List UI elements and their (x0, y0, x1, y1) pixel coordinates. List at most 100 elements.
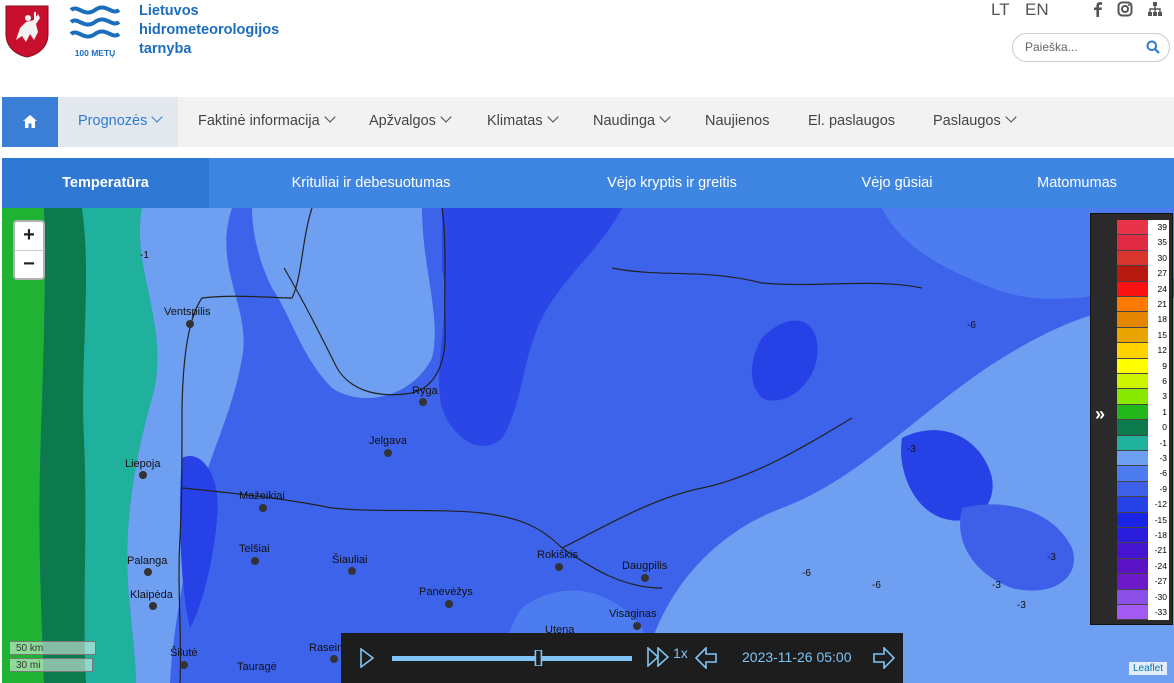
city-marker[interactable] (555, 563, 563, 571)
legend-label: 39 (1148, 220, 1169, 236)
brand-line: hidrometeorologijos (139, 22, 280, 38)
city-label: Šilutė (170, 647, 198, 659)
nav-item-prognozes[interactable]: Prognozės (58, 97, 178, 147)
city-label: Daugpilis (622, 560, 668, 572)
legend-label: 30 (1148, 250, 1169, 267)
legend-entry: 27 (1117, 266, 1169, 282)
timeline-slider-handle[interactable] (534, 650, 543, 666)
legend-swatch (1117, 589, 1148, 605)
city-marker[interactable] (180, 661, 188, 669)
home-button[interactable] (2, 97, 58, 147)
nav-item-faktine-informacija[interactable]: Faktinė informacija (198, 97, 336, 147)
main-navigation: Prognozės Faktinė informacija Apžvalgos … (2, 97, 1174, 147)
nav-item-el-paslaugos[interactable]: El. paslaugos (808, 97, 895, 147)
legend-label: -30 (1148, 589, 1169, 605)
legend-label: -21 (1148, 543, 1169, 559)
nav-item-apzvalgos[interactable]: Apžvalgos (369, 97, 452, 147)
legend-label: 27 (1148, 266, 1169, 282)
legend-entry: 35 (1117, 235, 1169, 251)
legend-label: -33 (1148, 605, 1169, 621)
legend-entry: -9 (1117, 481, 1169, 498)
nav-item-paslaugos[interactable]: Paslaugos (933, 97, 1017, 147)
zoom-in-button[interactable]: + (15, 222, 43, 251)
scale-km: 50 km (9, 641, 96, 655)
timeline-slider[interactable] (391, 650, 633, 666)
legend-entry: -12 (1117, 497, 1169, 513)
city-label: Mažeikiai (239, 490, 285, 502)
nav-item-label: Faktinė informacija (198, 113, 320, 129)
legend-swatch (1117, 266, 1148, 282)
sitemap-icon[interactable] (1147, 1, 1163, 17)
city-marker[interactable] (641, 574, 649, 582)
brand-line: Lietuvos (139, 3, 199, 19)
city-marker[interactable] (330, 655, 338, 663)
city-label: Telšiai (239, 543, 270, 555)
lithuania-coat-of-arms-icon[interactable] (4, 4, 50, 58)
city-marker[interactable] (445, 600, 453, 608)
city-marker[interactable] (149, 602, 157, 610)
instagram-icon[interactable] (1117, 1, 1133, 17)
city-label: Klaipėda (130, 589, 173, 601)
city-marker[interactable] (186, 320, 194, 328)
city-marker[interactable] (259, 504, 267, 512)
tab-temperatura[interactable]: Temperatūra (2, 158, 209, 208)
nav-item-klimatas[interactable]: Klimatas (487, 97, 559, 147)
speed-label[interactable]: 1x (673, 645, 688, 661)
language-en-link[interactable]: EN (1025, 0, 1049, 20)
legend-entry: 9 (1117, 358, 1169, 374)
legend-entry: 21 (1117, 297, 1169, 313)
fast-forward-icon[interactable] (647, 647, 669, 667)
leaflet-attribution-link[interactable]: Leaflet (1129, 662, 1168, 675)
tab-matomumas[interactable]: Matomumas (1022, 158, 1132, 208)
language-lt-link[interactable]: LT (991, 0, 1010, 20)
nav-item-naujienos[interactable]: Naujienos (705, 97, 770, 147)
city-marker[interactable] (348, 567, 356, 575)
city-marker[interactable] (633, 622, 641, 630)
legend-label: 3 (1148, 389, 1169, 405)
step-back-icon[interactable] (695, 647, 717, 669)
city-marker[interactable] (419, 398, 427, 406)
home-icon (23, 115, 37, 128)
nav-item-label: Paslaugos (933, 113, 1001, 129)
city-label: Panevėžys (419, 586, 473, 598)
legend-swatch (1117, 250, 1148, 267)
zoom-control: + − (13, 220, 45, 280)
legend-swatch (1117, 404, 1148, 421)
legend-swatch (1117, 543, 1148, 559)
legend-swatch (1117, 558, 1148, 575)
brand-name[interactable]: Lietuvos hidrometeorologijos tarnyba (139, 2, 279, 59)
zoom-out-button[interactable]: − (15, 251, 43, 279)
tab-krituliai[interactable]: Krituliai ir debesuotumas (266, 158, 476, 208)
legend-label: 12 (1148, 343, 1169, 359)
city-marker[interactable] (384, 449, 392, 457)
city-label: Ventspilis (164, 306, 211, 318)
search-icon[interactable] (1146, 40, 1160, 54)
contour-label: -6 (802, 568, 811, 579)
legend-label: -27 (1148, 574, 1169, 590)
search-box (1012, 33, 1170, 62)
legend-label: -18 (1148, 528, 1169, 544)
nav-item-naudinga[interactable]: Naudinga (593, 97, 671, 147)
lhmt-logo-icon[interactable]: 100 METŲ (68, 4, 122, 58)
contour-label: -6 (872, 580, 881, 591)
city-marker[interactable] (251, 557, 259, 565)
tab-vejo-gusiai[interactable]: Vėjo gūsiai (842, 158, 952, 208)
step-forward-icon[interactable] (873, 647, 895, 669)
legend-label: 21 (1148, 297, 1169, 313)
legend-toggle-icon[interactable]: » (1095, 404, 1105, 425)
legend-entry: 15 (1117, 327, 1169, 344)
brand-line: tarnyba (139, 41, 192, 57)
facebook-icon[interactable] (1090, 1, 1106, 17)
legend-entry: -3 (1117, 451, 1169, 467)
city-marker[interactable] (144, 568, 152, 576)
city-marker[interactable] (139, 471, 147, 479)
temperature-map[interactable]: -1 -3 -6 -3 -6 -3 -6 -3 + − Ventspilis R… (2, 208, 1174, 683)
chevron-down-icon (324, 111, 336, 123)
legend-entry: 6 (1117, 374, 1169, 390)
search-input[interactable] (1025, 40, 1135, 54)
legend-entry: -6 (1117, 466, 1169, 482)
tab-vejo-kryptis[interactable]: Vėjo kryptis ir greitis (582, 158, 762, 208)
legend-swatch (1117, 528, 1148, 544)
play-icon[interactable] (360, 648, 374, 668)
city-label: Liepoja (125, 458, 161, 470)
